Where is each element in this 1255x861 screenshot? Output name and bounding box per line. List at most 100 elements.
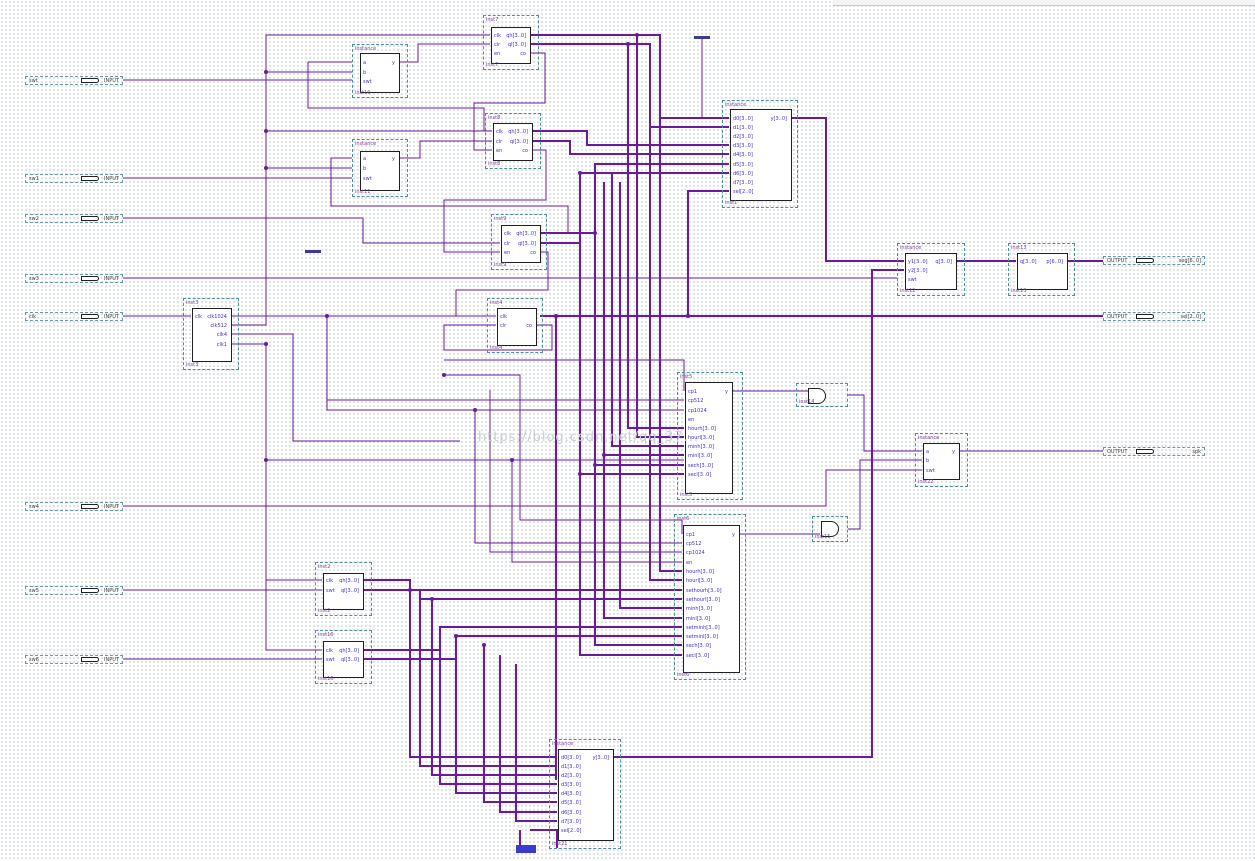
bus [603,182,684,456]
block-title: inst2 [318,564,331,570]
blk-switch-mid[interactable]: instance a b swt y inst11 [352,139,408,197]
block-title: inst4 [490,300,503,306]
pin-name: clk [29,314,37,320]
pin-name: sw5 [29,588,39,594]
pin-spk[interactable]: OUTPUT spk [1103,447,1205,456]
instance-label: inst22 [918,479,934,485]
port-label-in: a [363,60,367,66]
vcc-symbol [694,36,710,39]
blk-switch-out[interactable]: instance a b swt y inst22 [915,433,968,487]
port-label-in: swt [363,79,372,85]
port-label-in: d6[3..0] [561,810,581,816]
junction-dot [264,70,268,74]
port-label-in: en [686,560,693,566]
wire [231,333,460,442]
pin-sw6[interactable]: sw6 INPUT [25,655,123,664]
pin-name: swt [29,78,38,84]
pin-arrow-icon [81,276,99,281]
junction-dot [264,166,268,170]
port-label-in: sech[3..0] [686,643,712,649]
port-label-in: minl[3..0] [688,453,713,459]
port-label-in: clk [195,314,203,320]
port-label-out: y[3..0] [770,116,787,122]
port-label-in: clk [326,648,334,654]
blk-counter-4[interactable]: inst4 clk clr co inst4 [487,298,543,353]
port-label-out: ql[3..0] [340,588,359,594]
pin-sw5[interactable]: sw5 INPUT [25,586,123,595]
blk-compare[interactable]: inst6 cp1 cp512 cp1024 en hourh[3..0] hourl[3.… [674,514,746,680]
pin-seg[interactable]: OUTPUT seg[6..0] [1103,256,1205,265]
pin-sw2[interactable]: sw2 INPUT [25,214,123,223]
wire [399,43,490,63]
port-label-in: d6[3..0] [733,171,753,177]
port-label-in: d5[3..0] [561,800,581,806]
bus [431,599,557,776]
bus [611,173,684,447]
blk-decoder[interactable]: inst13 q[3..0] p[6..0] inst13 [1008,243,1075,296]
port-label-out: co [530,250,536,256]
port-label-in: d2[3..0] [733,134,753,140]
pin-name: seg[6..0] [1178,258,1201,264]
pin-type: INPUT [104,78,119,84]
blk-counter-3[interactable]: inst9 clk clr en qh[3..0] ql[3..0] co inst9 [491,214,547,270]
gate-and-1[interactable]: inst14 [796,383,848,407]
bus [455,636,557,794]
pin-name: sw4 [29,504,39,510]
port-label-in: clk [496,129,504,135]
port-label-in: d3[3..0] [561,782,581,788]
instance-label: inst11 [355,189,371,195]
port-label-out: p[6..0] [1046,259,1063,265]
junction-dot [482,643,486,647]
pin-sw4[interactable]: sw4 INPUT [25,502,123,511]
port-label-in: clk [504,231,512,237]
junction-dot [554,314,558,318]
port-label-out: y[3..0] [592,755,609,761]
port-label-in: b [363,166,367,172]
pin-swt[interactable]: swt INPUT [25,76,123,85]
port-label-out: qh[3..0] [506,33,526,39]
port-label-in: sethourl[3..0] [686,597,720,603]
port-label-in: d0[3..0] [561,755,581,761]
pin-sw1[interactable]: sw1 INPUT [25,174,123,183]
port-label-out: ql[3..0] [509,139,528,145]
pin-arrow-icon [81,176,99,181]
instance-label: inst14 [799,399,815,405]
blk-set-2[interactable]: inst16 clk swt qh[3..0] ql[3..0] inst16 [315,630,372,684]
port-label-out: qh[3..0] [339,648,359,654]
instance-label: inst1 [725,200,738,206]
pin-clk[interactable]: clk INPUT [25,312,123,321]
blk-divider[interactable]: inst3 clk clk1024 clk512 clk4 clk1 inst3 [183,298,239,370]
block-title: instance [355,46,377,52]
blk-set-1[interactable]: inst2 clk swt qh[3..0] ql[3..0] inst2 [315,562,372,616]
port-label-in: hourh[3..0] [686,569,714,575]
pin-name: spk [1192,449,1201,455]
gate-and-2[interactable]: inst15 [812,516,848,542]
blk-counter-1[interactable]: inst7 clk clr en qh[3..0] ql[3..0] co inst7 [483,15,539,70]
junction-dot [635,33,639,37]
port-label-out: co [526,323,532,329]
block-title: inst7 [486,17,499,23]
pin-sel[interactable]: OUTPUT sel[2..0] [1103,312,1205,321]
block-title: inst9 [494,216,507,222]
pin-sw3[interactable]: sw3 INPUT [25,274,123,283]
pin-type: INPUT [104,504,119,510]
bus [532,130,729,146]
blk-mux-top[interactable]: instance d0[3..0] d1[3..0] d2[3..0] d3[3..0]… [722,100,798,208]
instance-label: inst2 [318,608,331,614]
port-label-in: sethourh[3..0] [686,588,722,594]
junction-dot [454,634,458,638]
port-label-out: ql[3..0] [507,42,526,48]
blk-switch-top[interactable]: instance a b swt y inst10 [352,44,408,98]
pin-arrow-icon [1136,314,1154,319]
junction-dot [264,342,268,346]
block-title: inst16 [318,632,334,638]
port-label-in: y2[3..0] [908,268,928,274]
port-label-out: co [522,148,528,154]
blk-mux-disp[interactable]: instance y1[3..0] y2[3..0] swt q[3..0] inst12 [897,243,965,296]
pin-type: INPUT [104,657,119,663]
blk-mux-bottom[interactable]: instance d0[3..0] d1[3..0] d2[3..0] d3[3..0]… [549,739,621,849]
blk-counter-2[interactable]: inst8 clk clr en qh[3..0] ql[3..0] co inst8 [485,113,541,169]
instance-label: inst3 [186,362,199,368]
block-title: inst8 [488,115,501,121]
wire [511,460,682,563]
